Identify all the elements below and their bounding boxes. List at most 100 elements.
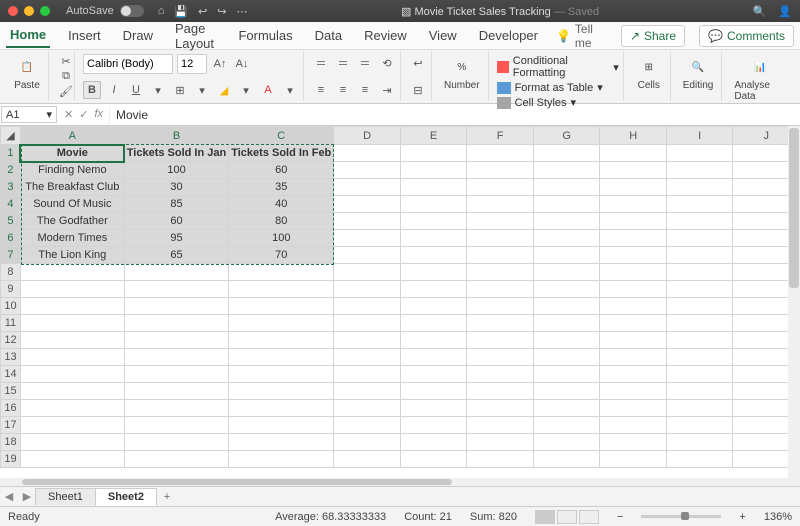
- cell[interactable]: [20, 315, 124, 332]
- align-center-icon[interactable]: ≡: [334, 81, 352, 99]
- tab-view[interactable]: View: [425, 24, 461, 47]
- cell[interactable]: [20, 451, 124, 468]
- horizontal-scrollbar[interactable]: [0, 478, 800, 486]
- font-color-dropdown-icon[interactable]: ▾: [281, 81, 299, 99]
- vertical-scrollbar[interactable]: [788, 126, 800, 478]
- underline-dropdown-icon[interactable]: ▾: [149, 81, 167, 99]
- cell[interactable]: [533, 196, 600, 213]
- cell[interactable]: [334, 264, 401, 281]
- cell[interactable]: [533, 247, 600, 264]
- cell[interactable]: [533, 179, 600, 196]
- close-window-button[interactable]: [8, 6, 18, 16]
- align-right-icon[interactable]: ≡: [356, 81, 374, 99]
- cell[interactable]: [600, 400, 667, 417]
- comments-button[interactable]: 💬 Comments: [699, 25, 794, 47]
- normal-view-button[interactable]: [535, 510, 555, 524]
- cell[interactable]: 35: [229, 179, 334, 196]
- paste-button[interactable]: 📋 Paste: [10, 54, 44, 93]
- cell[interactable]: [334, 281, 401, 298]
- cell[interactable]: [467, 162, 534, 179]
- cell[interactable]: [229, 400, 334, 417]
- cell[interactable]: [666, 400, 732, 417]
- cell[interactable]: [334, 434, 401, 451]
- more-icon[interactable]: ⋯: [237, 5, 248, 18]
- fill-color-button[interactable]: ◢: [215, 81, 233, 99]
- cell[interactable]: [467, 383, 534, 400]
- cell[interactable]: [666, 298, 732, 315]
- cell[interactable]: [334, 145, 401, 162]
- row-header[interactable]: 5: [1, 213, 21, 230]
- cancel-icon[interactable]: ✕: [64, 108, 73, 121]
- row-header[interactable]: 18: [1, 434, 21, 451]
- user-icon[interactable]: 👤: [778, 5, 792, 18]
- cell[interactable]: [400, 230, 467, 247]
- col-header-e[interactable]: E: [400, 127, 467, 145]
- cell[interactable]: [600, 162, 667, 179]
- cell[interactable]: [400, 213, 467, 230]
- row-header[interactable]: 3: [1, 179, 21, 196]
- cell[interactable]: [600, 315, 667, 332]
- cell[interactable]: [533, 315, 600, 332]
- cell[interactable]: [533, 434, 600, 451]
- cell[interactable]: [229, 366, 334, 383]
- align-bottom-icon[interactable]: ＝: [356, 54, 374, 72]
- page-layout-view-button[interactable]: [557, 510, 577, 524]
- row-header[interactable]: 7: [1, 247, 21, 264]
- cell[interactable]: [467, 213, 534, 230]
- cell[interactable]: [124, 349, 228, 366]
- cell[interactable]: [400, 332, 467, 349]
- cell[interactable]: [533, 332, 600, 349]
- tab-page-layout[interactable]: Page Layout: [171, 17, 220, 55]
- cell[interactable]: [467, 145, 534, 162]
- cell[interactable]: 60: [229, 162, 334, 179]
- col-header-a[interactable]: A: [20, 127, 124, 145]
- cell[interactable]: [229, 281, 334, 298]
- cell[interactable]: [400, 434, 467, 451]
- col-header-d[interactable]: D: [334, 127, 401, 145]
- cell[interactable]: [400, 179, 467, 196]
- cell[interactable]: 85: [124, 196, 228, 213]
- cell[interactable]: [600, 434, 667, 451]
- cell[interactable]: [600, 332, 667, 349]
- cell[interactable]: 65: [124, 247, 228, 264]
- cell[interactable]: 80: [229, 213, 334, 230]
- cell[interactable]: 100: [229, 230, 334, 247]
- cell[interactable]: [533, 264, 600, 281]
- cell[interactable]: [666, 230, 732, 247]
- cell[interactable]: [20, 366, 124, 383]
- cell[interactable]: [666, 451, 732, 468]
- share-button[interactable]: ↗ Share: [621, 25, 685, 47]
- cell[interactable]: [229, 383, 334, 400]
- cell[interactable]: [467, 434, 534, 451]
- italic-button[interactable]: I: [105, 81, 123, 99]
- cell[interactable]: [229, 417, 334, 434]
- cell[interactable]: [600, 281, 667, 298]
- cell[interactable]: [334, 179, 401, 196]
- cell[interactable]: [334, 417, 401, 434]
- cell[interactable]: [600, 179, 667, 196]
- bold-button[interactable]: B: [83, 81, 101, 99]
- cell[interactable]: [666, 196, 732, 213]
- conditional-formatting-button[interactable]: Conditional Formatting ▾: [497, 54, 619, 80]
- orientation-icon[interactable]: ⟲: [378, 54, 396, 72]
- cell[interactable]: Movie: [20, 145, 124, 162]
- autosave-toggle[interactable]: [120, 5, 144, 17]
- border-button[interactable]: ⊞: [171, 81, 189, 99]
- font-name-select[interactable]: [83, 54, 173, 74]
- cell[interactable]: [20, 281, 124, 298]
- cell[interactable]: [533, 230, 600, 247]
- spreadsheet-grid[interactable]: ◢ A B C D E F G H I J 1 Movie Tickets So…: [0, 126, 800, 478]
- cell[interactable]: Tickets Sold In Feb: [229, 145, 334, 162]
- row-header[interactable]: 4: [1, 196, 21, 213]
- cell[interactable]: [400, 366, 467, 383]
- cell[interactable]: [600, 145, 667, 162]
- cell[interactable]: [229, 298, 334, 315]
- home-icon[interactable]: ⌂: [158, 5, 165, 18]
- cell[interactable]: [600, 451, 667, 468]
- cell[interactable]: [467, 196, 534, 213]
- name-box[interactable]: A1 ▾: [1, 106, 57, 123]
- cell[interactable]: [666, 332, 732, 349]
- tab-insert[interactable]: Insert: [64, 24, 105, 47]
- minimize-window-button[interactable]: [24, 6, 34, 16]
- cell[interactable]: [600, 417, 667, 434]
